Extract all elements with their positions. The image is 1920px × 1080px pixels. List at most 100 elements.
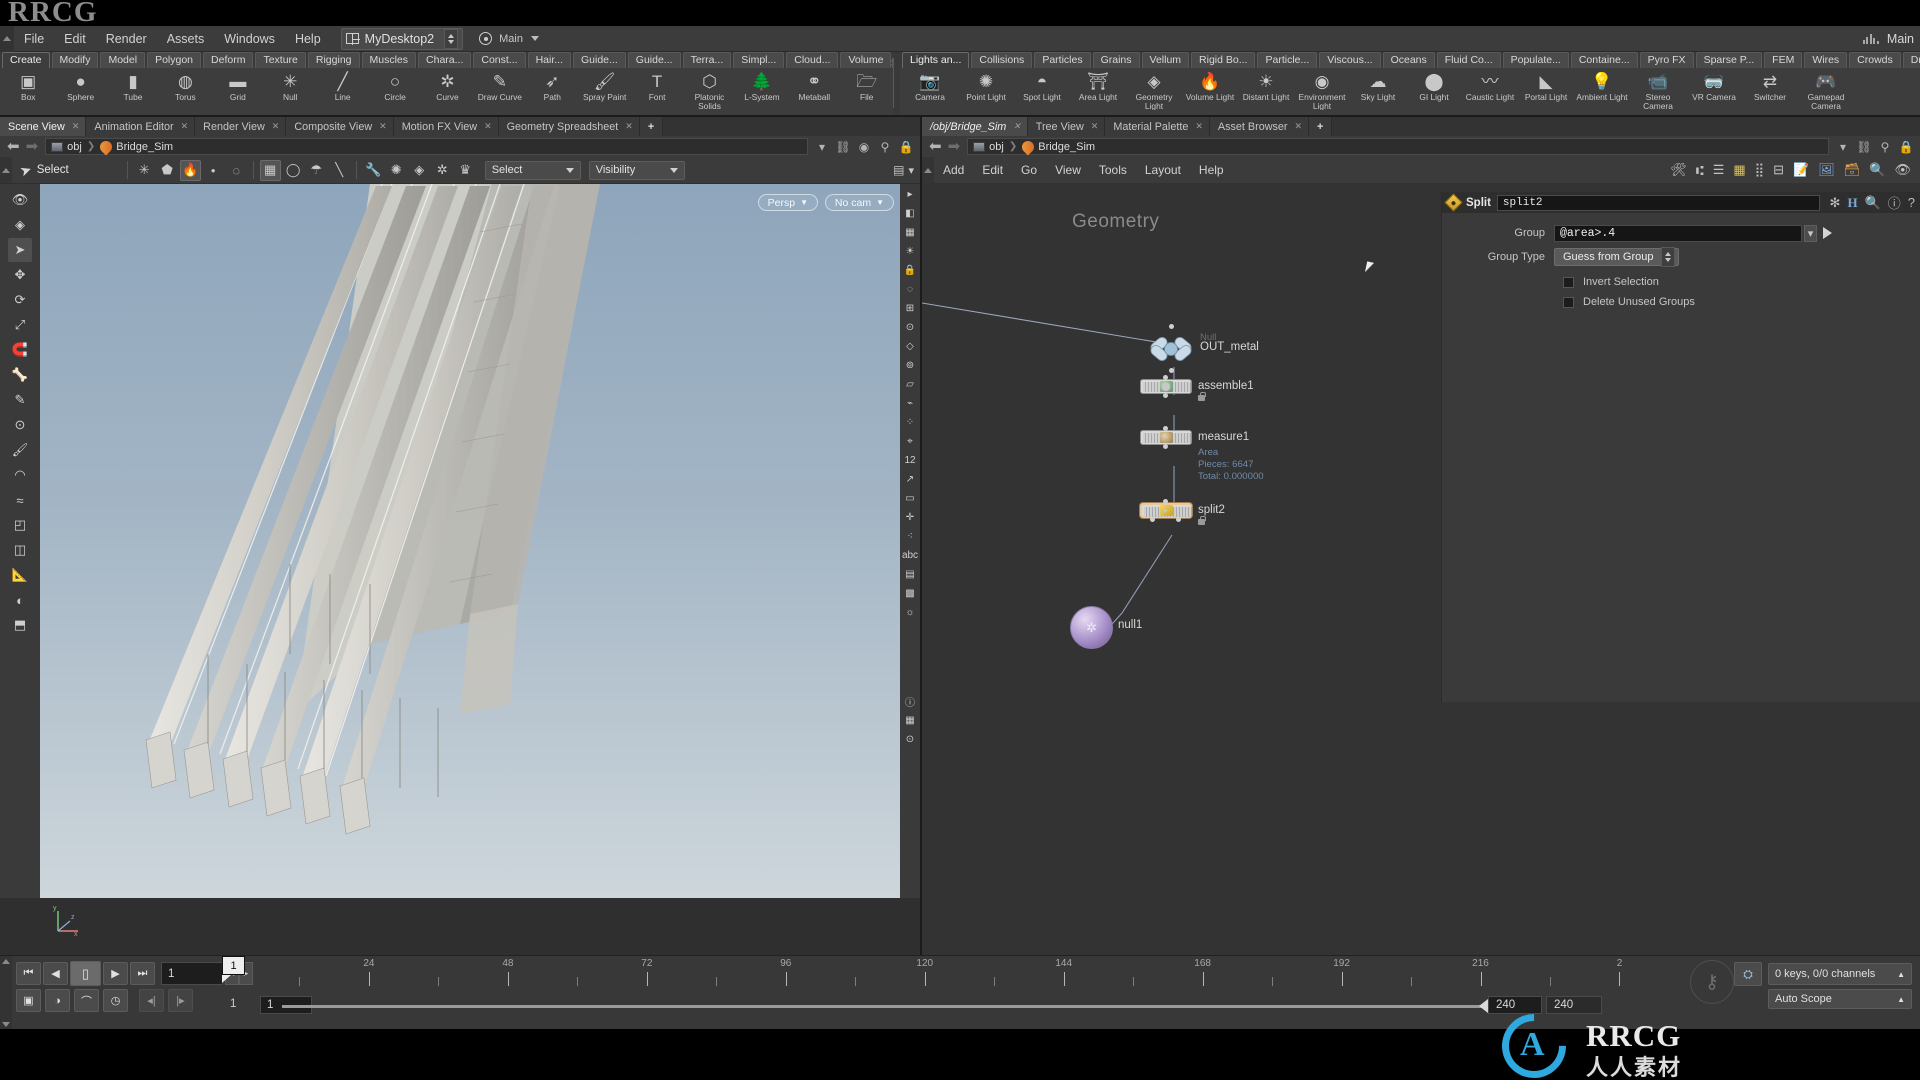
play-stop-button[interactable]: ▯	[70, 961, 101, 986]
network-menu-view[interactable]: View	[1046, 157, 1090, 183]
back-arrow-icon[interactable]: ⬅	[929, 139, 942, 154]
set-key-button[interactable]: ⛭	[1734, 962, 1762, 986]
shelf-left-tool-circle[interactable]: ○ Circle	[370, 70, 420, 102]
handles-tool-icon[interactable]: ➤	[8, 238, 32, 262]
shelf-right-tool-gi-light[interactable]: ⬤ GI Light	[1407, 70, 1461, 102]
viewport-layout-icon[interactable]: ▤	[893, 163, 904, 177]
stats-icon[interactable]: ▦	[902, 712, 919, 729]
paint-tool-icon[interactable]: 🖌	[8, 438, 32, 462]
box-select-icon[interactable]: ▦	[259, 159, 281, 181]
snap-grid-icon[interactable]: ⊞	[902, 300, 919, 317]
tools-wrench-icon[interactable]: 🛠	[1670, 162, 1687, 178]
ghost-icon[interactable]: ◌	[902, 281, 919, 298]
desktop-spinner[interactable]	[444, 28, 459, 49]
jump-start-button[interactable]: ⏮	[16, 962, 41, 985]
search-icon[interactable]: 🔍	[1869, 162, 1885, 178]
shelf-right-tab-2[interactable]: Particles	[1034, 52, 1091, 68]
next-key-button[interactable]: |▸	[168, 989, 193, 1012]
shelf-right-tool-vr-camera[interactable]: 🥽 VR Camera	[1687, 70, 1741, 102]
node-output-port-left[interactable]	[1150, 517, 1155, 522]
sculpt-tool-icon[interactable]: ⊙	[8, 413, 32, 437]
left-pane-tab-scene-view[interactable]: Scene View ✕	[0, 117, 87, 136]
close-icon[interactable]: ✕	[1295, 121, 1303, 132]
shelf-left-tool-null[interactable]: ✳ Null	[265, 70, 315, 102]
magnet-tool-icon[interactable]: 🧲	[8, 338, 32, 362]
xform-tool-icon[interactable]: ✺	[386, 160, 407, 181]
left-pane-tab-animation-editor[interactable]: Animation Editor ✕	[86, 117, 196, 136]
shelf-right-tool-ambient-light[interactable]: 💡 Ambient Light	[1575, 70, 1629, 102]
shelf-right-tab-0[interactable]: Lights an...	[902, 52, 970, 68]
shelf-left-tab-13[interactable]: Terra...	[682, 52, 732, 68]
view-mode-pill[interactable]: Persp ▼	[757, 194, 818, 211]
playhead[interactable]: 1	[222, 956, 245, 983]
info-overlay-icon[interactable]: ⓘ	[902, 693, 919, 710]
node-measure1[interactable]: ◔ measure1 Area Pieces: 6647 Total: 0.00…	[1140, 426, 1264, 482]
display-options-icon[interactable]: ▸	[902, 186, 919, 203]
shelf-left-tool-box[interactable]: ▣ Box	[3, 70, 53, 102]
shelf-right-tab-9[interactable]: Fluid Co...	[1436, 52, 1501, 68]
close-icon[interactable]: ✕	[181, 121, 189, 132]
edit-tool-icon[interactable]: ✎	[8, 388, 32, 412]
object-select-icon[interactable]: ✳	[134, 160, 155, 181]
left-pane-add-tab[interactable]: +	[639, 117, 664, 136]
node-body[interactable]: ⬤	[1140, 379, 1192, 394]
rotate-tool-icon[interactable]: ⟳	[8, 288, 32, 312]
secure-select-icon[interactable]: ◈	[409, 160, 430, 181]
guide-icon[interactable]: ⌁	[902, 395, 919, 412]
hierarchy-icon[interactable]: ⑆	[1696, 163, 1704, 178]
prev-key-button[interactable]: ◂|	[139, 989, 164, 1012]
menu-file[interactable]: File	[14, 26, 54, 52]
shelf-left-tool-line[interactable]: ╱ Line	[317, 70, 367, 102]
shelf-right-tool-caustic-light[interactable]: 〰 Caustic Light	[1463, 70, 1517, 102]
back-arrow-icon[interactable]: ⬅	[7, 139, 20, 154]
shelf-left-tool-spray-paint[interactable]: 🖌 Spray Paint	[579, 70, 629, 102]
left-pane-tab-geometry-spreadsheet[interactable]: Geometry Spreadsheet ✕	[498, 117, 640, 136]
network-menu-add[interactable]: Add	[934, 157, 973, 183]
snap-prim-icon[interactable]: ◇	[902, 338, 919, 355]
palette-grid-icon[interactable]: ▦	[1733, 162, 1745, 178]
shelf-left-tab-3[interactable]: Polygon	[147, 52, 202, 68]
keyframe-scope-button[interactable]: ▣	[16, 989, 41, 1012]
point-select-icon[interactable]: ●	[203, 160, 224, 181]
shelf-left-tab-1[interactable]: Modify	[51, 52, 99, 68]
vector-icon[interactable]: ↗	[902, 471, 919, 488]
playbar-grip[interactable]	[0, 956, 12, 1030]
shelf-right-tab-5[interactable]: Rigid Bo...	[1191, 52, 1256, 68]
shelf-right-tool-area-light[interactable]: ⛩ Area Light	[1071, 70, 1125, 102]
breadcrumb-obj[interactable]: obj	[973, 141, 1004, 153]
close-icon[interactable]: ✕	[625, 121, 633, 132]
network-menubar-grip[interactable]	[922, 157, 934, 183]
left-pane-tab-motion-fx-view[interactable]: Motion FX View ✕	[393, 117, 499, 136]
breadcrumb-node[interactable]: Bridge_Sim	[1019, 138, 1095, 155]
current-frame-field[interactable]: 1	[161, 962, 223, 985]
snap-multi-icon[interactable]: ⊚	[902, 357, 919, 374]
lock-view-icon[interactable]: 🔒	[902, 262, 919, 279]
lock-icon[interactable]: 🔒	[1899, 140, 1914, 154]
geometry-select-icon[interactable]: ⬟	[157, 160, 178, 181]
shelf-left-tool-l-system[interactable]: 🌲 L-System	[737, 70, 787, 102]
crown-tool-icon[interactable]: ♛	[455, 160, 476, 181]
play-button[interactable]: ▶	[103, 962, 128, 985]
uv-tool-icon[interactable]: ◫	[8, 538, 32, 562]
shelf-right-tab-6[interactable]: Particle...	[1257, 52, 1318, 68]
bbox-icon[interactable]: ▭	[902, 490, 919, 507]
shelf-left-tool-curve[interactable]: ✲ Curve	[422, 70, 472, 102]
lighting-icon[interactable]: ☀	[902, 243, 919, 260]
lasso-select-icon[interactable]: ◯	[283, 160, 304, 181]
origin-icon[interactable]: ✛	[902, 509, 919, 526]
shelf-left-tab-6[interactable]: Rigging	[307, 52, 360, 68]
shelf-right-tab-10[interactable]: Populate...	[1502, 52, 1569, 68]
step-back-button[interactable]: ◀	[43, 962, 68, 985]
link-icon[interactable]: ⛓	[835, 140, 850, 154]
scale-tool-icon[interactable]: ⤢	[8, 313, 32, 337]
shelf-right-tab-7[interactable]: Viscous...	[1319, 52, 1381, 68]
network-menu-go[interactable]: Go	[1012, 157, 1046, 183]
node-output-port[interactable]	[1163, 444, 1168, 449]
shelf-right-tab-14[interactable]: FEM	[1764, 52, 1803, 68]
shelf-left-tab-15[interactable]: Cloud...	[786, 52, 839, 68]
left-pane-tab-composite-view[interactable]: Composite View ✕	[286, 117, 394, 136]
particle-display-icon[interactable]: ⁘	[902, 414, 919, 431]
numbers-icon[interactable]: 12	[902, 452, 919, 469]
forward-arrow-icon[interactable]: ➡	[948, 139, 961, 154]
shelf-left-tool-torus[interactable]: ◍ Torus	[160, 70, 210, 102]
